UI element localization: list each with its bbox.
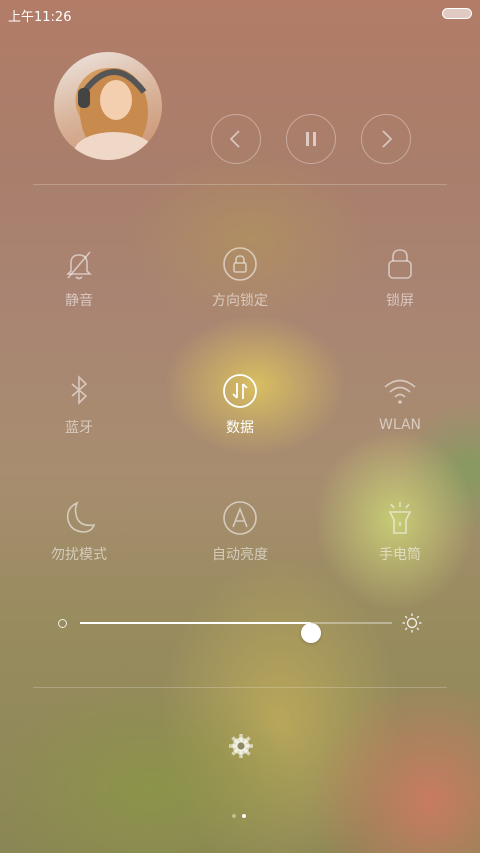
mobile-data-icon	[223, 374, 257, 408]
brightness-track[interactable]	[80, 622, 392, 643]
battery-icon	[442, 8, 472, 19]
page-dot-2	[242, 814, 246, 818]
toggle-do-not-disturb-label: 勿扰模式	[51, 547, 107, 563]
moon-icon	[66, 501, 96, 533]
toggle-mute[interactable]: 静音	[14, 246, 144, 336]
flashlight-icon	[388, 502, 412, 534]
brightness-low-icon	[58, 619, 67, 628]
page-indicator	[228, 812, 252, 820]
previous-track-button[interactable]	[211, 114, 261, 164]
toggle-mobile-data[interactable]: 数据	[175, 373, 305, 463]
divider-top	[33, 184, 447, 185]
toggle-wlan-label: WLAN	[378, 417, 421, 433]
toggle-auto-brightness[interactable]: 自动亮度	[175, 500, 305, 590]
bluetooth-icon	[71, 375, 88, 405]
wifi-icon	[384, 379, 416, 404]
page-dot-1	[232, 814, 236, 818]
toggle-flashlight-label: 手电筒	[379, 547, 421, 563]
divider-bottom	[33, 687, 447, 688]
lock-icon	[388, 249, 412, 279]
rotation-lock-icon	[223, 247, 257, 281]
toggle-rotation-lock-label: 方向锁定	[212, 293, 268, 309]
toggle-mobile-data-label: 数据	[226, 420, 254, 436]
toggle-wlan[interactable]: WLAN	[335, 373, 465, 463]
status-bar: 上午11:26	[0, 0, 480, 26]
toggle-bluetooth[interactable]: 蓝牙	[14, 373, 144, 463]
pause-icon	[306, 132, 316, 146]
status-time: 上午11:26	[8, 10, 72, 25]
next-track-button[interactable]	[361, 114, 411, 164]
auto-brightness-icon	[223, 501, 257, 535]
chevron-right-icon	[382, 130, 393, 148]
toggle-flashlight[interactable]: 手电筒	[335, 500, 465, 590]
brightness-knob[interactable]	[300, 623, 321, 643]
album-art-image	[74, 68, 154, 160]
quick-settings-panel: 上午11:26 静音 方向锁定 锁屏 蓝牙 数据 WLAN 勿扰模式 自动亮度 …	[0, 0, 480, 853]
brightness-fill	[80, 622, 311, 624]
toggle-lock-screen-label: 锁屏	[386, 293, 414, 309]
toggle-do-not-disturb[interactable]: 勿扰模式	[14, 500, 144, 590]
chevron-left-icon	[229, 130, 240, 148]
toggle-lock-screen[interactable]: 锁屏	[335, 246, 465, 336]
toggle-auto-brightness-label: 自动亮度	[212, 547, 268, 563]
brightness-high-icon	[402, 613, 422, 633]
toggle-rotation-lock[interactable]: 方向锁定	[175, 246, 305, 336]
brightness-slider[interactable]	[56, 612, 426, 643]
bell-off-icon	[66, 251, 92, 280]
album-art-avatar[interactable]	[54, 52, 162, 160]
toggle-bluetooth-label: 蓝牙	[65, 420, 93, 436]
toggle-mute-label: 静音	[65, 293, 93, 309]
pause-button[interactable]	[286, 114, 336, 164]
settings-gear-icon[interactable]	[227, 732, 255, 760]
